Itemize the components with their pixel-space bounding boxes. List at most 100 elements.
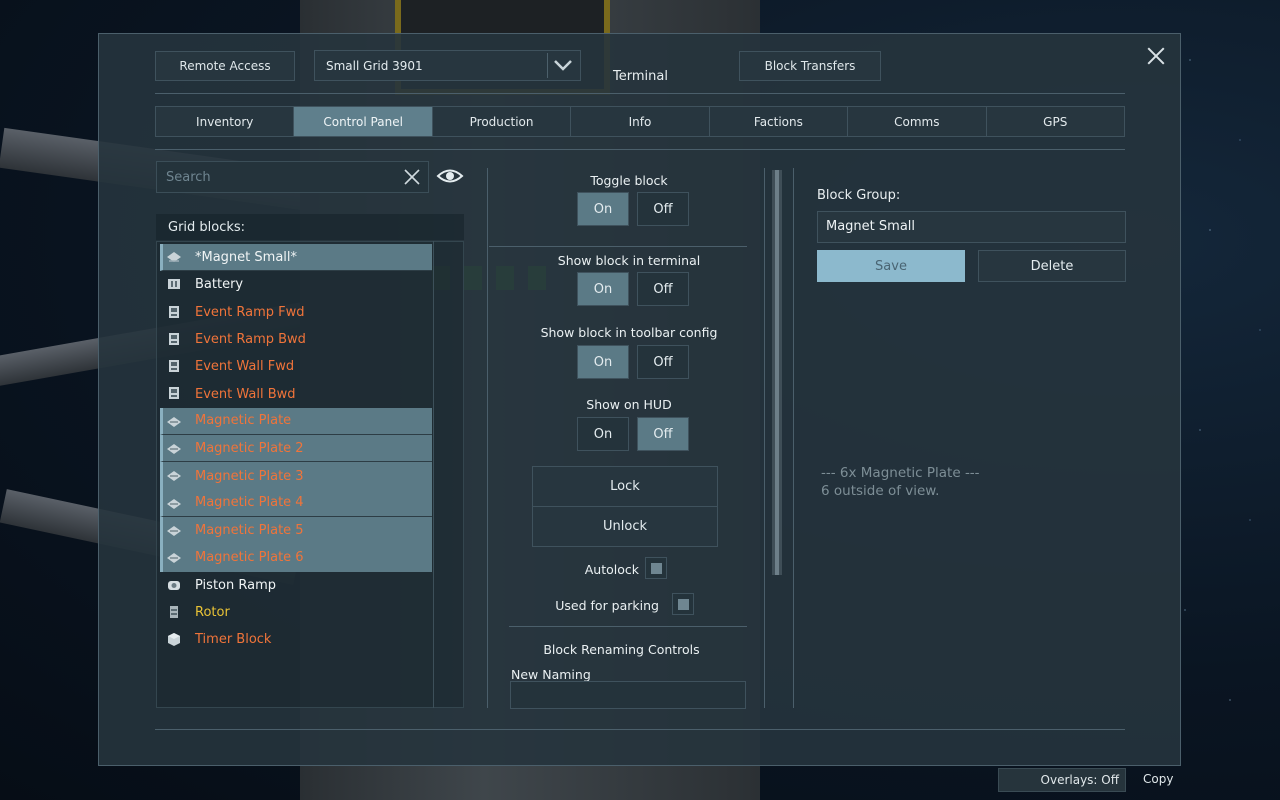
block-list-item[interactable]: Piston Ramp xyxy=(160,572,432,599)
show-on-hud-on-button[interactable]: On xyxy=(577,417,629,451)
delete-button[interactable]: Delete xyxy=(978,250,1126,282)
block-list-item-label: Timer Block xyxy=(195,632,272,648)
tab-gps[interactable]: GPS xyxy=(986,107,1124,136)
section-divider xyxy=(509,626,747,627)
event-controller-icon xyxy=(169,387,179,400)
save-button[interactable]: Save xyxy=(817,250,965,282)
tab-info[interactable]: Info xyxy=(571,107,710,136)
tab-control-panel[interactable]: Control Panel xyxy=(294,107,433,136)
magnetic-plate-icon xyxy=(167,471,181,482)
timer-block-icon xyxy=(168,633,180,647)
copy-button[interactable]: Copy xyxy=(1143,772,1173,786)
block-list-item-label: Event Ramp Fwd xyxy=(195,304,305,320)
show-in-terminal-on-button[interactable]: On xyxy=(577,272,629,306)
overlays-toggle[interactable]: Overlays: Off xyxy=(998,768,1126,792)
block-list-item-label: Piston Ramp xyxy=(195,577,276,593)
section-divider xyxy=(489,246,747,247)
block-list-item[interactable]: Rotor xyxy=(160,599,432,626)
toggle-block-on-button[interactable]: On xyxy=(577,192,629,226)
middle-divider-left xyxy=(487,168,488,708)
magnetic-plate-icon xyxy=(167,416,181,427)
search-input[interactable] xyxy=(157,162,397,192)
autolock-label: Autolock xyxy=(584,562,639,577)
block-list-item[interactable]: Magnetic Plate 6 xyxy=(160,544,432,572)
show-on-hud-label: Show on HUD xyxy=(586,397,672,412)
block-list-item[interactable]: Timer Block xyxy=(160,626,432,653)
block-list-item[interactable]: Event Ramp Fwd xyxy=(160,299,432,326)
block-list-item-label: Rotor xyxy=(195,605,230,620)
block-list-item-label: Magnetic Plate 3 xyxy=(195,468,304,484)
new-naming-label: New Naming xyxy=(511,667,591,682)
show-in-toolbar-off-button[interactable]: Off xyxy=(637,345,689,379)
rotor-icon xyxy=(170,605,178,618)
battery-icon xyxy=(168,279,180,290)
tab-inventory[interactable]: Inventory xyxy=(156,107,295,136)
tabs-divider xyxy=(155,149,1125,150)
toggle-block-off-button[interactable]: Off xyxy=(637,192,689,226)
close-icon[interactable] xyxy=(1146,46,1166,66)
block-list-item-label: Magnetic Plate 6 xyxy=(195,550,304,566)
list-scrollbar[interactable] xyxy=(433,241,434,708)
block-list-item-label: Magnetic Plate 4 xyxy=(195,495,304,511)
block-group-info: --- 6x Magnetic Plate --- 6 outside of v… xyxy=(821,464,980,500)
grid-blocks-list: *Magnet Small* Battery Event Ramp Fwd Event… xyxy=(160,244,432,653)
block-list-item[interactable]: Magnetic Plate 2 xyxy=(160,435,432,463)
block-list-item[interactable]: Event Wall Fwd xyxy=(160,353,432,380)
block-list-item-label: *Magnet Small* xyxy=(195,249,298,265)
event-controller-icon xyxy=(169,360,179,373)
block-list-item[interactable]: Magnetic Plate 4 xyxy=(160,489,432,517)
unlock-button[interactable]: Unlock xyxy=(532,506,718,547)
background-stars xyxy=(1170,0,1280,800)
block-list-item-label: Event Wall Fwd xyxy=(195,359,295,375)
search-box xyxy=(156,161,429,193)
block-list-item[interactable]: Battery xyxy=(160,271,432,298)
tab-bar: Inventory Control Panel Production Info … xyxy=(155,106,1125,137)
magnetic-plate-icon xyxy=(167,525,181,536)
block-list-item-label: Magnetic Plate 5 xyxy=(195,523,304,539)
event-controller-icon xyxy=(169,332,179,345)
autolock-checkbox[interactable] xyxy=(645,557,667,579)
group-icon xyxy=(167,252,181,262)
block-group-info-count: --- 6x Magnetic Plate --- xyxy=(821,465,980,481)
tab-factions[interactable]: Factions xyxy=(709,107,849,136)
block-list-item[interactable]: *Magnet Small* xyxy=(160,244,432,272)
used-for-parking-checkbox[interactable] xyxy=(672,593,694,615)
block-group-label: Block Group: xyxy=(817,188,901,203)
show-in-toolbar-on-button[interactable]: On xyxy=(577,345,629,379)
right-divider xyxy=(793,168,794,708)
show-in-terminal-label: Show block in terminal xyxy=(557,253,701,268)
magnetic-plate-icon xyxy=(167,553,181,564)
controls-scrollbar[interactable] xyxy=(772,170,782,575)
block-list-item[interactable]: Magnetic Plate xyxy=(160,407,432,436)
block-list-item-label: Event Wall Bwd xyxy=(195,386,296,402)
used-for-parking-label: Used for parking xyxy=(555,598,659,613)
toggle-block-label: Toggle block xyxy=(590,173,668,188)
terminal-window: Remote Access Small Grid 3901 Terminal B… xyxy=(98,33,1181,766)
grid-blocks-label: Grid blocks: xyxy=(156,214,464,240)
tab-production[interactable]: Production xyxy=(432,107,572,136)
show-on-hud-off-button[interactable]: Off xyxy=(637,417,689,451)
block-list-item[interactable]: Event Ramp Bwd xyxy=(160,326,432,353)
block-list-item[interactable]: Magnetic Plate 3 xyxy=(160,462,432,490)
middle-divider-right xyxy=(764,168,765,708)
tab-comms[interactable]: Comms xyxy=(848,107,987,136)
block-list-item-label: Magnetic Plate xyxy=(195,413,292,429)
block-list-item[interactable]: Magnetic Plate 5 xyxy=(160,516,432,545)
block-list-item-label: Magnetic Plate 2 xyxy=(195,440,304,456)
block-list-item-label: Event Ramp Bwd xyxy=(195,332,306,348)
block-transfers-button[interactable]: Block Transfers xyxy=(739,51,881,81)
block-group-info-visibility: 6 outside of view. xyxy=(821,483,940,499)
piston-icon xyxy=(168,580,180,590)
block-list-item-label: Battery xyxy=(195,277,244,293)
eye-icon[interactable] xyxy=(436,165,464,187)
new-naming-input[interactable] xyxy=(510,681,746,709)
event-controller-icon xyxy=(169,305,179,318)
block-group-name-input[interactable]: Magnet Small xyxy=(817,211,1126,243)
clear-search-icon[interactable] xyxy=(404,169,420,185)
terminal-title: Terminal xyxy=(613,69,668,84)
block-renaming-title: Block Renaming Controls xyxy=(543,642,700,657)
magnetic-plate-icon xyxy=(167,444,181,455)
block-list-item[interactable]: Event Wall Bwd xyxy=(160,380,432,407)
lock-button[interactable]: Lock xyxy=(532,466,718,507)
show-in-terminal-off-button[interactable]: Off xyxy=(637,272,689,306)
